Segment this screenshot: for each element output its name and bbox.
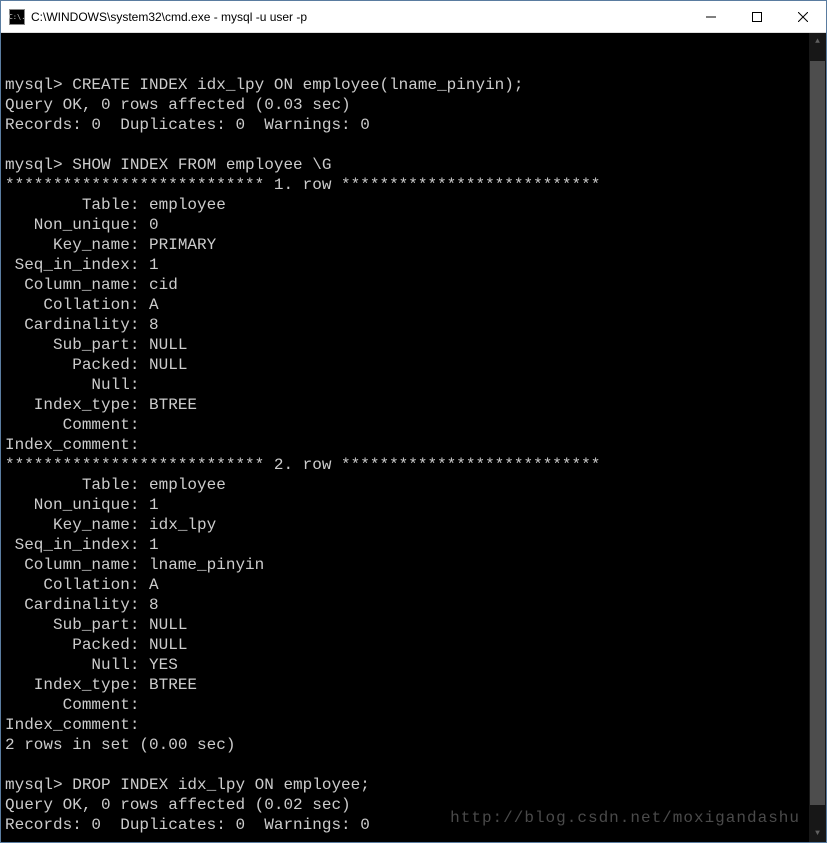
terminal-line: mysql> SHOW INDEX FROM employee \G	[5, 155, 826, 175]
terminal-line: Null:	[5, 375, 826, 395]
terminal-line: Sub_part: NULL	[5, 615, 826, 635]
terminal-line: Packed: NULL	[5, 635, 826, 655]
cmd-icon: C:\.	[9, 9, 25, 25]
scrollbar-thumb[interactable]	[810, 61, 825, 805]
terminal-line: Index_comment:	[5, 435, 826, 455]
terminal-line	[5, 835, 826, 842]
minimize-icon	[706, 12, 716, 22]
maximize-button[interactable]	[734, 1, 780, 32]
terminal-line: Cardinality: 8	[5, 595, 826, 615]
app-window: C:\. C:\WINDOWS\system32\cmd.exe - mysql…	[0, 0, 827, 843]
terminal-line: Index_comment:	[5, 715, 826, 735]
terminal-line: Table: employee	[5, 195, 826, 215]
terminal-line: Comment:	[5, 695, 826, 715]
terminal-line: Comment:	[5, 415, 826, 435]
terminal-line: Packed: NULL	[5, 355, 826, 375]
terminal-line: 2 rows in set (0.00 sec)	[5, 735, 826, 755]
terminal-content: mysql> CREATE INDEX idx_lpy ON employee(…	[5, 75, 826, 842]
terminal-line: Key_name: idx_lpy	[5, 515, 826, 535]
terminal-line: *************************** 2. row *****…	[5, 455, 826, 475]
close-icon	[798, 12, 808, 22]
window-title: C:\WINDOWS\system32\cmd.exe - mysql -u u…	[31, 10, 688, 24]
window-controls	[688, 1, 826, 32]
scroll-down-arrow[interactable]: ▼	[810, 825, 825, 842]
terminal-line: Table: employee	[5, 475, 826, 495]
terminal-line	[5, 755, 826, 775]
terminal-output[interactable]: mysql> CREATE INDEX idx_lpy ON employee(…	[1, 33, 826, 842]
terminal-line: Index_type: BTREE	[5, 675, 826, 695]
minimize-button[interactable]	[688, 1, 734, 32]
terminal-line: Sub_part: NULL	[5, 335, 826, 355]
scrollbar[interactable]: ▲ ▼	[809, 33, 826, 842]
terminal-line: mysql> DROP INDEX idx_lpy ON employee;	[5, 775, 826, 795]
terminal-line: Non_unique: 0	[5, 215, 826, 235]
watermark-text: http://blog.csdn.net/moxigandashu	[450, 808, 800, 828]
terminal-line: Index_type: BTREE	[5, 395, 826, 415]
terminal-line: Collation: A	[5, 295, 826, 315]
terminal-line: Cardinality: 8	[5, 315, 826, 335]
scroll-up-arrow[interactable]: ▲	[810, 33, 825, 50]
terminal-line: Key_name: PRIMARY	[5, 235, 826, 255]
close-button[interactable]	[780, 1, 826, 32]
terminal-line: mysql> CREATE INDEX idx_lpy ON employee(…	[5, 75, 826, 95]
maximize-icon	[752, 12, 762, 22]
terminal-line: *************************** 1. row *****…	[5, 175, 826, 195]
terminal-line: Seq_in_index: 1	[5, 255, 826, 275]
titlebar: C:\. C:\WINDOWS\system32\cmd.exe - mysql…	[1, 1, 826, 33]
terminal-line: Records: 0 Duplicates: 0 Warnings: 0	[5, 115, 826, 135]
terminal-line: Collation: A	[5, 575, 826, 595]
terminal-line	[5, 135, 826, 155]
terminal-line: Query OK, 0 rows affected (0.03 sec)	[5, 95, 826, 115]
terminal-line: Null: YES	[5, 655, 826, 675]
terminal-line: Column_name: cid	[5, 275, 826, 295]
terminal-line: Non_unique: 1	[5, 495, 826, 515]
terminal-line: Seq_in_index: 1	[5, 535, 826, 555]
terminal-line: Column_name: lname_pinyin	[5, 555, 826, 575]
